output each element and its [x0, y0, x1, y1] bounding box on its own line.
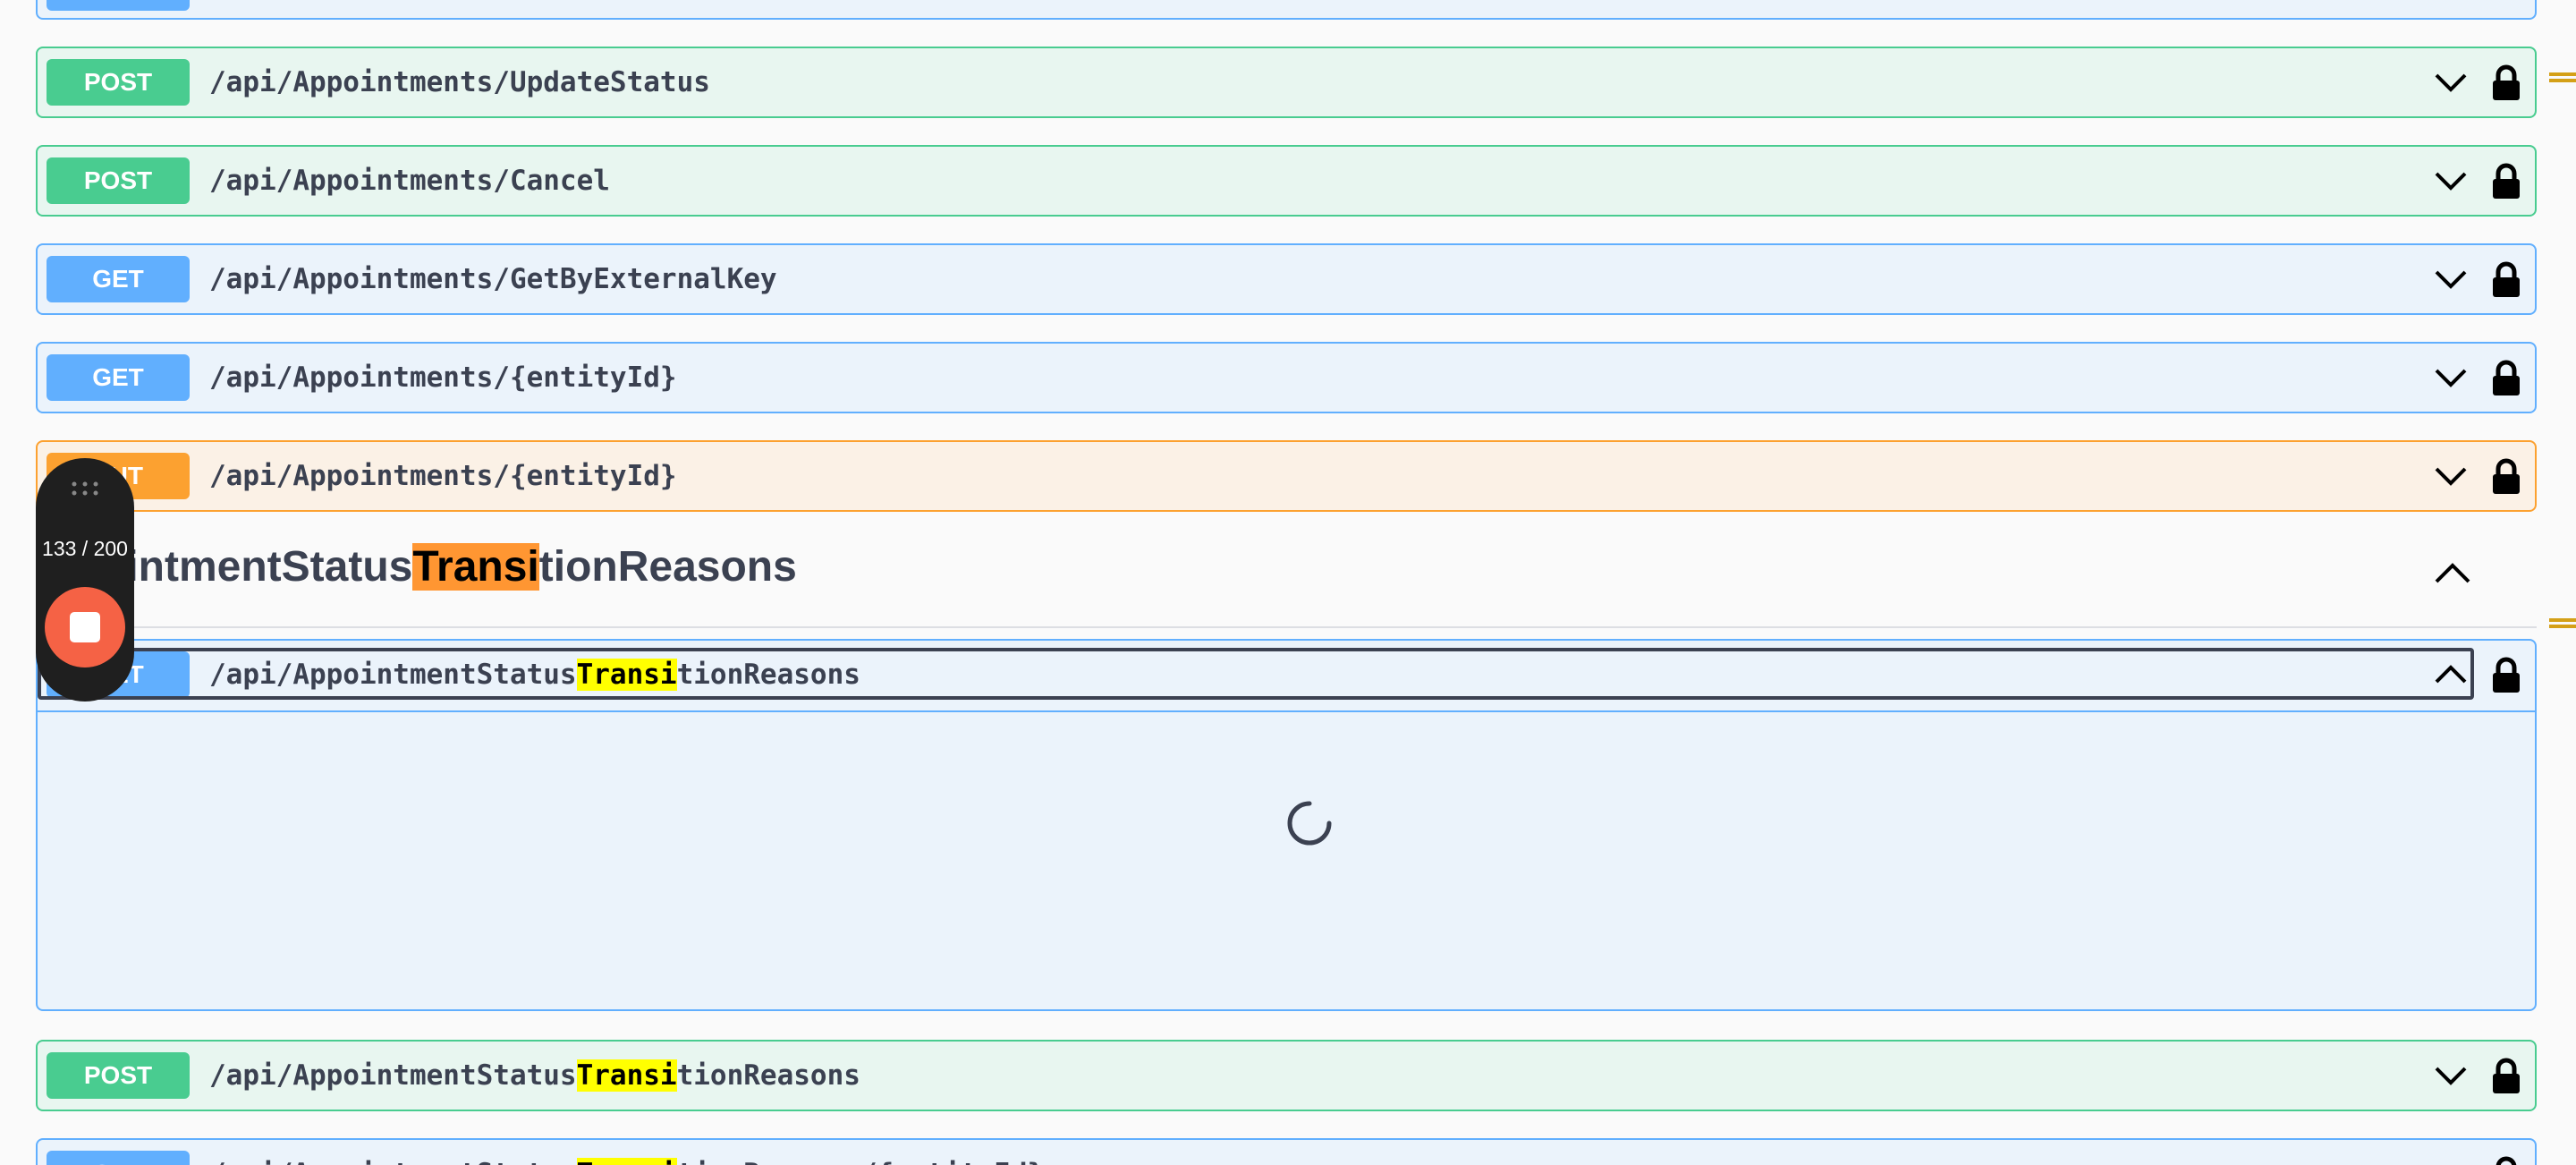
opblock-summary[interactable]: POST /api/AppointmentStatusTransitionRea… [38, 1042, 2535, 1110]
opblock-get-entity-id[interactable]: GET /api/Appointments/{entityId} [36, 342, 2537, 413]
path-suffix: tionReasons [676, 1059, 860, 1092]
chevron-down-icon[interactable] [2433, 265, 2469, 293]
opblock-put-entity-id[interactable]: PUT /api/Appointments/{entityId} [36, 440, 2537, 512]
method-badge: POST [47, 157, 190, 204]
chevron-up-icon[interactable] [2433, 660, 2469, 689]
lock-icon[interactable] [2490, 1156, 2522, 1165]
scrollbar-find-marker [2549, 72, 2576, 82]
lock-icon[interactable] [2490, 1058, 2522, 1093]
method-badge: GET [47, 354, 190, 401]
find-match: Transi [576, 1059, 677, 1092]
lock-icon[interactable] [2490, 360, 2522, 395]
method-badge: POST [47, 59, 190, 106]
method-badge: POST [47, 1052, 190, 1099]
operation-path: /api/Appointments/GetByExternalKey [209, 263, 777, 295]
operation-path: /api/Appointments/Cancel [209, 165, 610, 197]
opblock-get-transition-reasons-entity-id[interactable]: GET /api/AppointmentStatusTransitionReas… [36, 1138, 2537, 1165]
lock-icon[interactable] [2490, 163, 2522, 199]
opblock-get-by-external-key[interactable]: GET /api/Appointments/GetByExternalKey [36, 243, 2537, 315]
opblock-summary[interactable]: PUT /api/Appointments/{entityId} [38, 442, 2535, 510]
operation-path: /api/AppointmentStatusTransitionReasons [209, 1042, 860, 1110]
recorder-widget[interactable]: 133 / 200 [36, 458, 134, 702]
spinner-icon [1287, 801, 1332, 846]
opblock-summary[interactable]: GET /api/Appointments/GetByExternalKey [38, 245, 2535, 313]
chevron-down-icon[interactable] [2433, 166, 2469, 195]
stop-icon [70, 612, 100, 642]
chevron-down-icon[interactable] [2433, 1061, 2469, 1090]
chevron-down-icon[interactable] [2433, 68, 2469, 97]
chevron-down-icon[interactable] [2433, 363, 2469, 392]
operation-path: /api/Appointments/UpdateStatus [209, 66, 710, 98]
opblock-summary[interactable]: GET /api/AppointmentStatusTransitionReas… [38, 641, 2535, 709]
recording-counter: 133 / 200 [42, 537, 128, 560]
stop-button[interactable] [45, 587, 125, 668]
path-suffix: tionReasons/{entityId} [677, 1158, 1045, 1165]
lock-icon[interactable] [2490, 458, 2522, 494]
find-current-match: Transi [412, 543, 539, 591]
opblock-post-cancel[interactable]: POST /api/Appointments/Cancel [36, 145, 2537, 217]
path-prefix: /api/AppointmentStatus [209, 1158, 577, 1165]
find-match: Transi [576, 1158, 677, 1165]
chevron-up-icon[interactable] [2433, 558, 2472, 589]
swagger-page: POST /api/Appointments/UpdateStatus POST… [0, 0, 2576, 1165]
method-badge: GET [47, 1151, 190, 1165]
opblock-get-partial-top[interactable] [36, 0, 2537, 20]
opblock-post-update-status[interactable]: POST /api/Appointments/UpdateStatus [36, 47, 2537, 118]
opblock-summary[interactable]: GET /api/AppointmentStatusTransitionReas… [38, 1140, 2535, 1165]
method-badge: GET [47, 256, 190, 302]
tag-title: ointmentStatusTransitionReasons [100, 542, 797, 591]
tag-title-prefix: ointmentStatus [100, 543, 413, 591]
tag-title-suffix: tionReasons [538, 543, 797, 591]
operation-path: /api/Appointments/{entityId} [209, 361, 677, 394]
operation-path: /api/Appointments/{entityId} [209, 460, 677, 492]
opblock-body [38, 710, 2535, 1009]
path-prefix: /api/AppointmentStatus [209, 1059, 577, 1092]
opblock-summary[interactable]: GET /api/Appointments/{entityId} [38, 344, 2535, 412]
opblock-post-transition-reasons[interactable]: POST /api/AppointmentStatusTransitionRea… [36, 1040, 2537, 1111]
opblock-summary[interactable]: POST /api/Appointments/Cancel [38, 147, 2535, 215]
operation-path: /api/AppointmentStatusTransitionReasons/… [209, 1140, 1044, 1165]
opblock-get-transition-reasons-expanded[interactable]: GET /api/AppointmentStatusTransitionReas… [36, 639, 2537, 1011]
scrollbar-find-marker [2549, 618, 2576, 628]
lock-icon[interactable] [2490, 657, 2522, 693]
grip-icon[interactable] [71, 480, 99, 497]
tag-section-header[interactable]: ointmentStatusTransitionReasons [36, 526, 2537, 628]
lock-icon[interactable] [2490, 64, 2522, 100]
focus-outline [38, 648, 2474, 700]
method-badge [47, 0, 190, 11]
opblock-summary[interactable]: POST /api/Appointments/UpdateStatus [38, 48, 2535, 116]
lock-icon[interactable] [2490, 261, 2522, 297]
chevron-down-icon[interactable] [2433, 462, 2469, 490]
